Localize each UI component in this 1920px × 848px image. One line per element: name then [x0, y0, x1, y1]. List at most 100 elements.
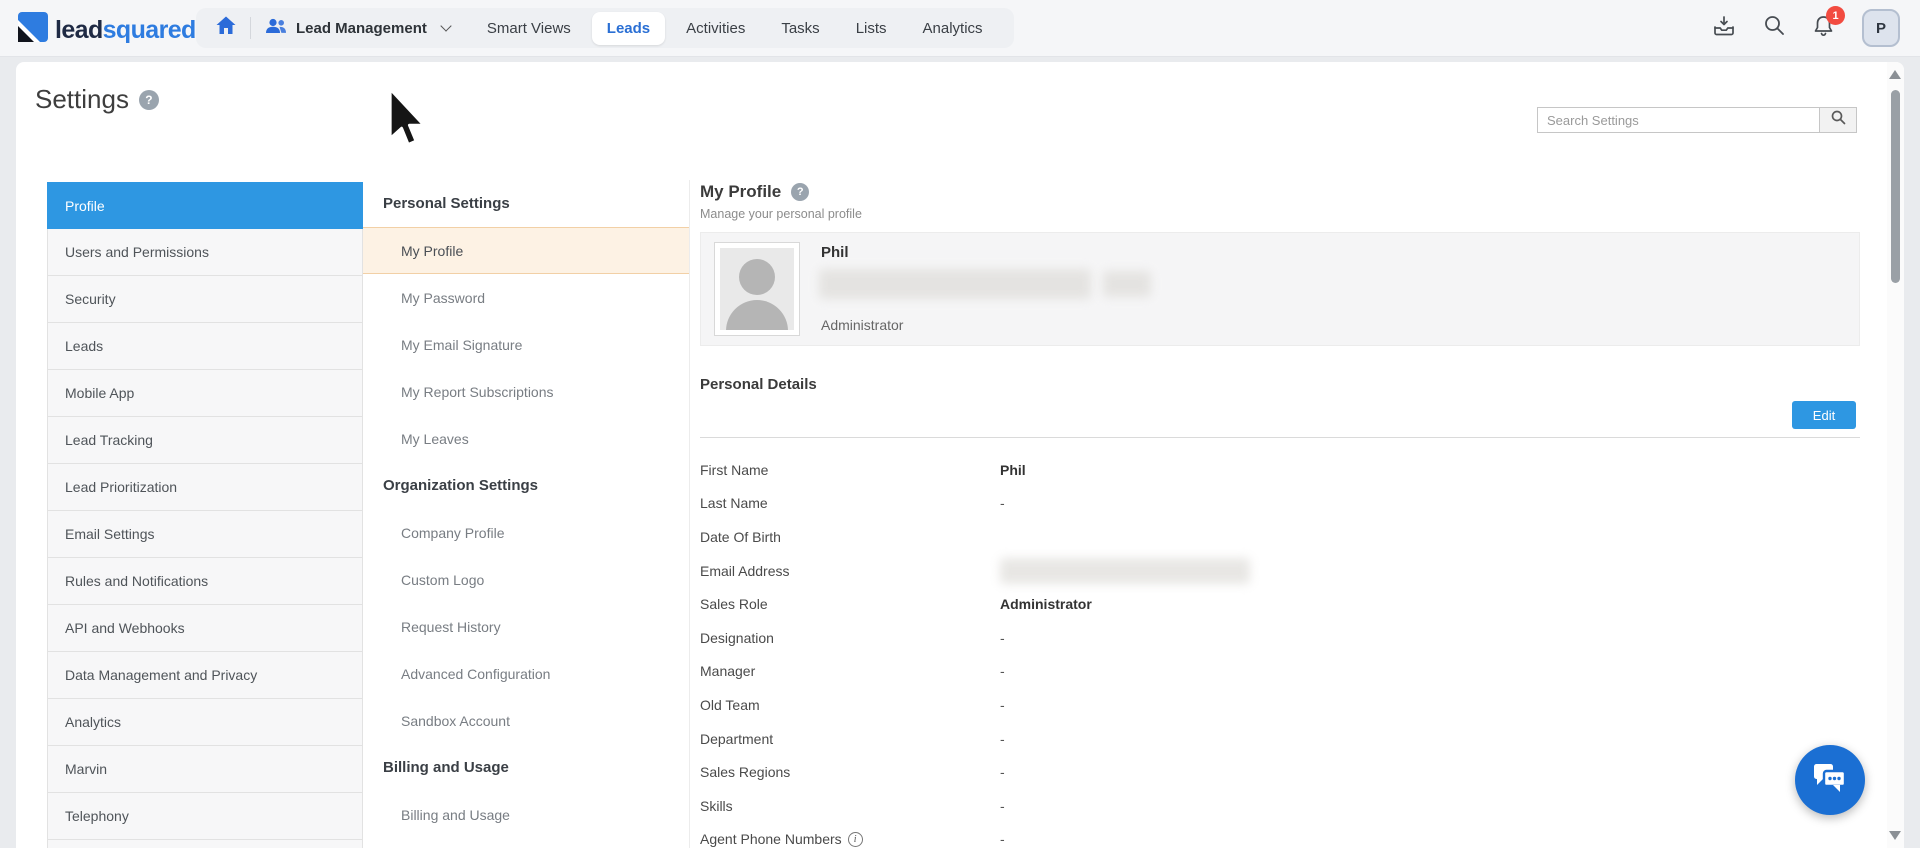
- field-row-sales-role: Sales RoleAdministrator: [700, 587, 1860, 621]
- field-label-text: Sales Regions: [700, 764, 790, 780]
- submenu-item-sandbox-account[interactable]: Sandbox Account: [363, 697, 689, 744]
- info-icon[interactable]: i: [848, 832, 863, 847]
- sidebar-item-users-and-permissions[interactable]: Users and Permissions: [47, 229, 363, 276]
- settings-sidebar: ProfileUsers and PermissionsSecurityLead…: [47, 182, 363, 848]
- logo-text: leadsquared: [55, 15, 196, 45]
- field-label: Sales Role: [700, 596, 1000, 612]
- sidebar-item-api-and-webhooks[interactable]: API and Webhooks: [47, 605, 363, 652]
- field-row-agent-phone-numbers: Agent Phone Numbersi-: [700, 823, 1860, 848]
- field-label: Agent Phone Numbersi: [700, 831, 1000, 847]
- field-label: Date Of Birth: [700, 529, 1000, 545]
- submenu-header-billing-and-usage: Billing and Usage: [363, 744, 689, 791]
- sidebar-item-analytics[interactable]: Analytics: [47, 699, 363, 746]
- top-navbar: leadsquared Lead Management: [0, 0, 1920, 57]
- notification-count-badge: 1: [1826, 6, 1845, 25]
- field-value: -: [1000, 731, 1005, 747]
- scrollbar-thumb[interactable]: [1891, 90, 1900, 283]
- tab-tasks[interactable]: Tasks: [766, 12, 834, 45]
- sidebar-item-mobile-app[interactable]: Mobile App: [47, 370, 363, 417]
- magnifier-icon: [1831, 110, 1846, 130]
- sidebar-item-data-management-and-privacy[interactable]: Data Management and Privacy: [47, 652, 363, 699]
- primary-tabs: Smart ViewsLeadsActivitiesTasksListsAnal…: [472, 12, 998, 45]
- workspace-selector[interactable]: Lead Management: [265, 18, 450, 38]
- tab-leads[interactable]: Leads: [592, 12, 665, 45]
- edit-button[interactable]: Edit: [1792, 401, 1856, 429]
- vertical-scrollbar[interactable]: [1887, 62, 1904, 848]
- sidebar-item-telephony[interactable]: Telephony: [47, 793, 363, 840]
- notifications-button[interactable]: 1: [1813, 14, 1834, 42]
- sidebar-item-marvin[interactable]: Marvin: [47, 746, 363, 793]
- field-row-first-name: First NamePhil: [700, 453, 1860, 487]
- tab-smart-views[interactable]: Smart Views: [472, 12, 586, 45]
- sidebar-item-security[interactable]: Security: [47, 276, 363, 323]
- settings-search: [1537, 107, 1857, 133]
- field-row-last-name: Last Name -: [700, 487, 1860, 521]
- submenu-item-item[interactable]: [363, 838, 689, 848]
- field-label-text: Manager: [700, 663, 755, 679]
- profile-summary-card: Phil Administrator: [700, 232, 1860, 346]
- person-silhouette-icon: [720, 248, 794, 330]
- page-header: Settings ?: [35, 84, 159, 115]
- scroll-down-arrow-icon[interactable]: [1889, 831, 1901, 840]
- leadsquared-app: leadsquared Lead Management: [0, 0, 1920, 848]
- leadsquared-logo[interactable]: leadsquared: [18, 12, 196, 47]
- sidebar-item-leads[interactable]: Leads: [47, 323, 363, 370]
- tab-analytics[interactable]: Analytics: [908, 12, 998, 45]
- redacted-email: [819, 269, 1091, 299]
- sidebar-item-lead-tracking[interactable]: Lead Tracking: [47, 417, 363, 464]
- field-label-text: Last Name: [700, 495, 768, 511]
- field-row-designation: Designation-: [700, 621, 1860, 655]
- topbar-right: 1 P: [1712, 0, 1900, 56]
- field-value: -: [1000, 495, 1005, 511]
- profile-role: Administrator: [821, 317, 903, 333]
- field-label: Sales Regions: [700, 764, 1000, 780]
- panel-subtitle: Manage your personal profile: [700, 207, 1860, 221]
- submenu-item-my-leaves[interactable]: My Leaves: [363, 415, 689, 462]
- field-label-text: Skills: [700, 798, 733, 814]
- home-button[interactable]: [212, 14, 240, 42]
- global-search-button[interactable]: [1764, 15, 1785, 41]
- sidebar-item-rules-and-notifications[interactable]: Rules and Notifications: [47, 558, 363, 605]
- field-label-text: Date Of Birth: [700, 529, 781, 545]
- help-icon[interactable]: ?: [139, 90, 159, 110]
- field-row-manager: Manager-: [700, 655, 1860, 689]
- submenu-item-my-email-signature[interactable]: My Email Signature: [363, 321, 689, 368]
- import-tray-button[interactable]: [1712, 15, 1736, 42]
- search-icon: [1764, 15, 1785, 41]
- settings-search-input[interactable]: [1537, 107, 1819, 133]
- field-label-text: First Name: [700, 462, 768, 478]
- field-label-text: Email Address: [700, 563, 789, 579]
- page-title: Settings: [35, 84, 129, 115]
- settings-search-button[interactable]: [1819, 107, 1857, 133]
- chat-support-button[interactable]: [1795, 745, 1865, 815]
- personal-details-fields: First NamePhil Last Name - Date Of Birth Ema…: [700, 453, 1860, 848]
- sidebar-item-item[interactable]: [47, 840, 363, 848]
- field-label: Skills: [700, 798, 1000, 814]
- submenu-item-company-profile[interactable]: Company Profile: [363, 509, 689, 556]
- field-label: Department: [700, 731, 1000, 747]
- tab-activities[interactable]: Activities: [671, 12, 760, 45]
- panel-help-icon[interactable]: ?: [791, 183, 809, 201]
- profile-photo-placeholder[interactable]: [714, 242, 800, 336]
- sidebar-item-profile[interactable]: Profile: [47, 182, 363, 229]
- submenu-item-my-profile[interactable]: My Profile: [363, 227, 689, 274]
- submenu-item-billing-and-usage[interactable]: Billing and Usage: [363, 791, 689, 838]
- submenu-item-request-history[interactable]: Request History: [363, 603, 689, 650]
- user-avatar[interactable]: P: [1862, 9, 1900, 47]
- chevron-down-icon: [440, 20, 451, 31]
- submenu-item-my-password[interactable]: My Password: [363, 274, 689, 321]
- sidebar-item-email-settings[interactable]: Email Settings: [47, 511, 363, 558]
- workspace-label: Lead Management: [296, 20, 427, 37]
- panel-title: My Profile: [700, 182, 781, 202]
- scroll-up-arrow-icon[interactable]: [1889, 70, 1901, 79]
- submenu-item-my-report-subscriptions[interactable]: My Report Subscriptions: [363, 368, 689, 415]
- submenu-item-custom-logo[interactable]: Custom Logo: [363, 556, 689, 603]
- nav-divider: [250, 17, 251, 39]
- submenu-item-advanced-configuration[interactable]: Advanced Configuration: [363, 650, 689, 697]
- field-value: -: [1000, 831, 1005, 847]
- leadsquared-logo-mark-icon: [18, 12, 48, 47]
- sidebar-item-lead-prioritization[interactable]: Lead Prioritization: [47, 464, 363, 511]
- chat-bubbles-icon: [1811, 761, 1849, 800]
- tab-lists[interactable]: Lists: [841, 12, 902, 45]
- field-value: -: [1000, 697, 1005, 713]
